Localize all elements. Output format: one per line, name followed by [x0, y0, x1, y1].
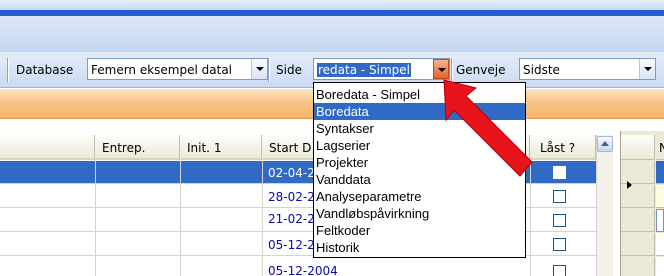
chevron-down-icon — [644, 67, 652, 71]
right-panel-cell[interactable] — [656, 209, 664, 232]
grid-header-init1[interactable]: Init. 1 — [180, 135, 262, 160]
right-panel-header: N — [656, 135, 664, 160]
dropdown-item-historik[interactable]: Historik — [314, 239, 525, 256]
red-annotation-arrow — [443, 79, 533, 177]
grid-column-divider — [262, 160, 263, 276]
dropdown-item-analyseparametre[interactable]: Analyseparametre — [314, 188, 525, 205]
side-combo-value: redata - Simpel — [317, 63, 412, 77]
grid-column-divider — [180, 160, 181, 276]
dropdown-item-feltkoder[interactable]: Feltkoder — [314, 222, 525, 239]
locked-checkbox[interactable] — [553, 166, 566, 179]
grid-header-empty — [0, 135, 95, 160]
grid-column-divider — [95, 160, 96, 276]
start-date-cell: 05-12-2 — [268, 238, 315, 252]
locked-checkbox[interactable] — [553, 265, 566, 276]
database-combo-value: Femern eksempel datal — [91, 63, 233, 77]
row-pointer-icon — [627, 181, 632, 189]
chevron-down-icon — [256, 67, 264, 71]
row-header[interactable] — [621, 209, 655, 232]
toolbar-separator — [7, 58, 9, 82]
genveje-combo-button[interactable] — [639, 59, 655, 79]
database-label: Database — [16, 63, 74, 77]
database-combo[interactable]: Femern eksempel datal — [87, 58, 268, 80]
locked-checkbox[interactable] — [553, 238, 566, 251]
genveje-label: Genveje — [456, 63, 506, 77]
row-header[interactable] — [621, 257, 655, 276]
database-combo-button[interactable] — [251, 59, 267, 79]
vertical-scrollbar[interactable] — [596, 135, 613, 276]
genveje-combo-value: Sidste — [523, 63, 560, 77]
start-date-cell: 28-02-2 — [268, 190, 315, 204]
toolbar-separator — [268, 58, 270, 82]
start-date-cell: 05-12-2004 — [268, 264, 338, 276]
right-panel-cell[interactable] — [656, 161, 664, 184]
side-combo[interactable]: redata - Simpel — [313, 58, 450, 80]
scroll-up-icon[interactable] — [597, 136, 613, 152]
side-label: Side — [276, 63, 302, 77]
grid-header-entrep[interactable]: Entrep. — [95, 135, 180, 160]
locked-checkbox[interactable] — [553, 190, 566, 203]
right-panel-cell[interactable] — [656, 257, 664, 276]
row-header[interactable] — [621, 233, 655, 256]
start-date-cell: 02-04-2 — [268, 166, 315, 180]
locked-checkbox[interactable] — [553, 214, 566, 227]
right-panel-cell[interactable] — [656, 233, 664, 256]
start-date-cell: 21-02-2 — [268, 212, 315, 226]
chevron-down-icon — [438, 68, 446, 72]
right-panel-header-corner — [621, 135, 655, 160]
menu-area — [0, 16, 664, 52]
table-row[interactable]: 05-12-2004 — [0, 257, 596, 276]
right-panel-cell[interactable] — [656, 185, 664, 208]
dropdown-item-vandlobspavirkning[interactable]: Vandløbspåvirkning — [314, 205, 525, 222]
